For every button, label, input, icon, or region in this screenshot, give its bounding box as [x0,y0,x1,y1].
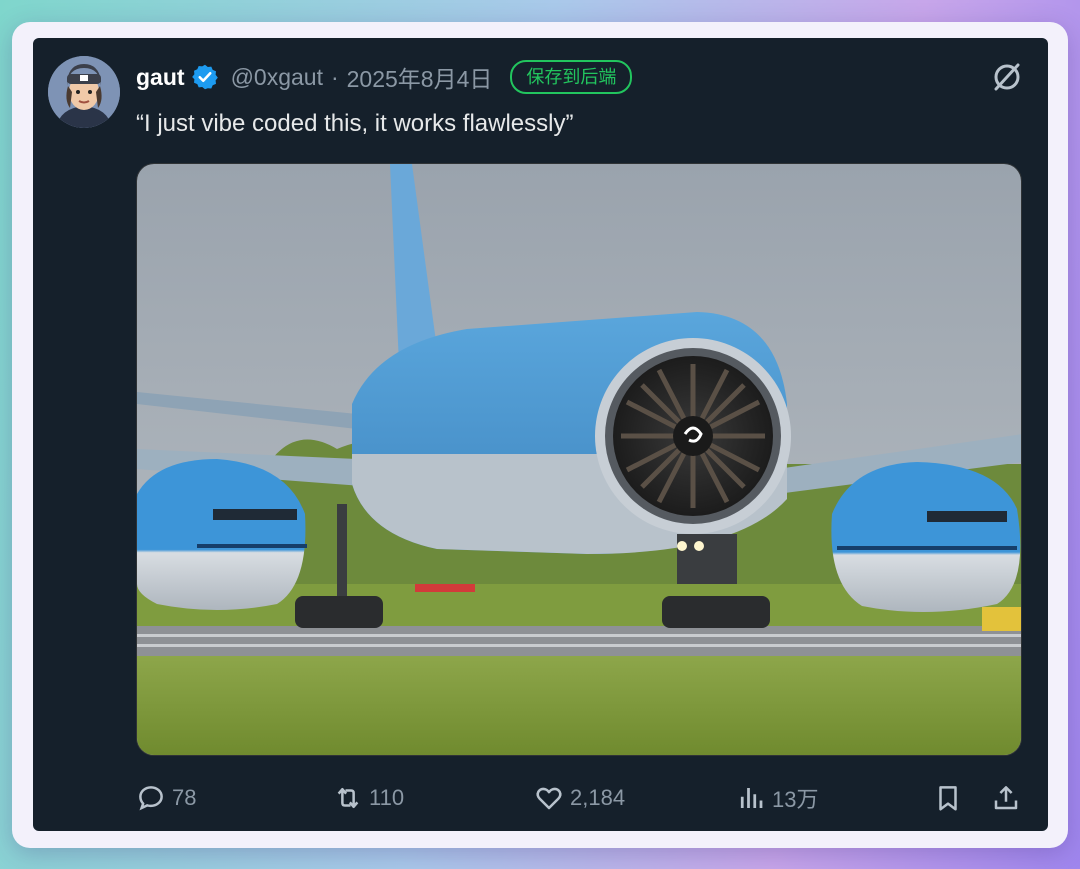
reply-count: 78 [172,785,197,810]
reply-button[interactable]: 78 [136,780,196,816]
like-count: 2,184 [570,785,626,810]
share-button[interactable] [991,780,1021,816]
views-button[interactable]: 13万 [736,780,818,816]
tweet-image[interactable] [136,163,1022,756]
tweet-card: gaut @0xgaut · 2025年8月4日 保存到后端 “I just v… [33,38,1048,831]
share-icon [994,786,1018,810]
bookmark-icon [939,786,957,811]
author-name[interactable]: gaut [136,64,185,91]
tweet-header: gaut @0xgaut · 2025年8月4日 保存到后端 [136,60,633,94]
views-bar-icon [740,788,763,808]
verified-badge-icon [191,63,219,91]
retweet-button[interactable]: 110 [333,780,404,816]
reply-icon [139,786,163,811]
author-handle[interactable]: @0xgaut [231,64,323,91]
tweet-text: “I just vibe coded this, it works flawle… [136,110,574,137]
save-to-backend-button[interactable]: 保存到后端 [510,60,633,94]
retweet-count: 110 [369,785,405,810]
retweet-icon [337,788,359,808]
tweet-date[interactable]: 2025年8月4日 [347,60,493,94]
meta-separator: · [330,63,339,90]
bookmark-button[interactable] [933,780,963,816]
like-button[interactable]: 2,184 [534,780,625,816]
tweet-actions: 78 110 2,184 13万 [136,780,1021,816]
avatar[interactable] [48,56,120,128]
heart-icon [536,787,562,810]
slash-circle-icon[interactable] [990,60,1024,94]
views-count: 13万 [772,787,819,812]
